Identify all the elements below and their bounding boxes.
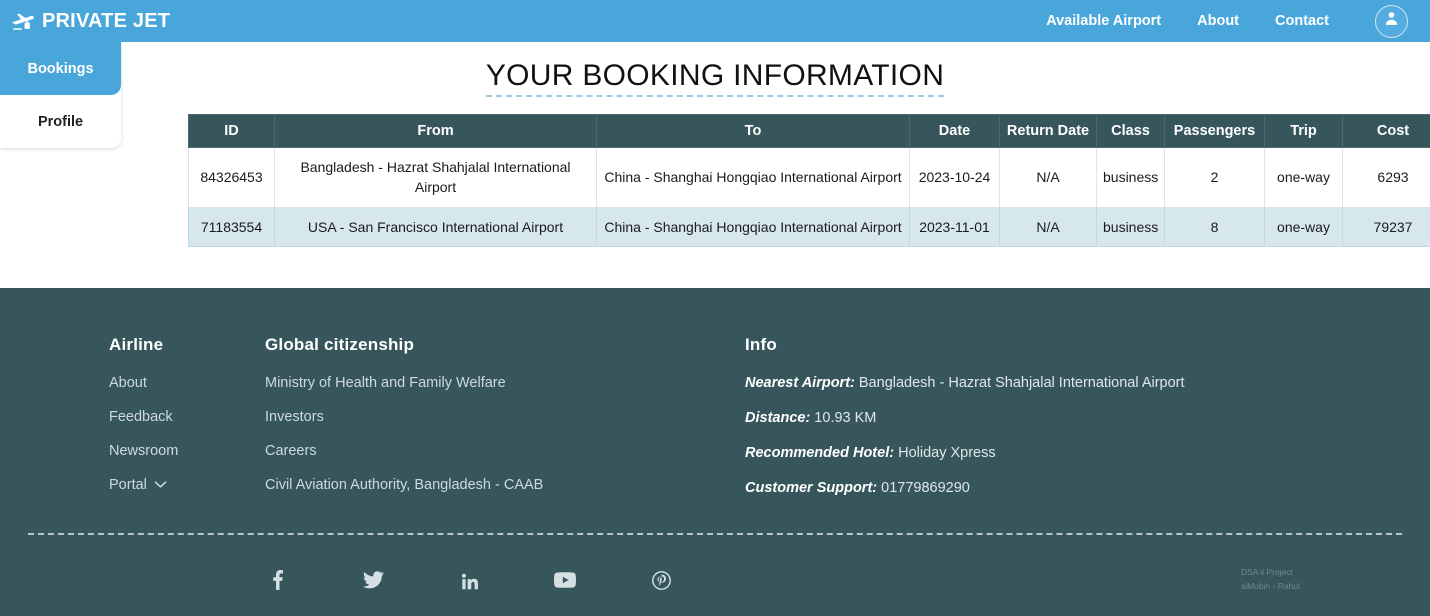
cell-class: business xyxy=(1096,206,1165,247)
cell-trip: one-way xyxy=(1264,206,1343,247)
info-nearest-airport-value: Bangladesh - Hazrat Shahjalal Internatio… xyxy=(854,375,1185,391)
user-avatar-button[interactable] xyxy=(1375,4,1408,38)
table-header-row: ID From To Date Return Date Class Passen… xyxy=(188,114,1430,148)
info-distance: Distance: 10.93 KM xyxy=(745,410,1402,426)
cell-date: 2023-10-24 xyxy=(909,147,1000,208)
cell-cost: 79237 xyxy=(1342,206,1430,247)
linkedin-icon[interactable] xyxy=(458,569,480,591)
main-content: Bookings Profile YOUR BOOKING INFORMATIO… xyxy=(0,42,1430,288)
info-customer-support-label: Customer Support: xyxy=(745,480,878,496)
info-recommended-hotel: Recommended Hotel: Holiday Xpress xyxy=(745,445,1402,461)
footer-link-careers[interactable]: Careers xyxy=(265,443,743,459)
footer-credits: DSA ii Project siMobin - Rahul xyxy=(1241,566,1430,593)
private-jet-plane-icon xyxy=(10,11,36,31)
top-navbar: PRIVATE JET Available Airport About Cont… xyxy=(0,0,1430,42)
pinterest-icon[interactable] xyxy=(650,569,672,591)
twitter-icon[interactable] xyxy=(362,569,384,591)
user-avatar-icon xyxy=(1383,10,1400,32)
info-customer-support-value: 01779869290 xyxy=(877,480,970,496)
info-customer-support: Customer Support: 01779869290 xyxy=(745,480,1402,496)
footer-link-investors[interactable]: Investors xyxy=(265,409,743,425)
nav-link-available-airport[interactable]: Available Airport xyxy=(1046,13,1161,29)
cell-return-date: N/A xyxy=(999,147,1097,208)
bookings-table: ID From To Date Return Date Class Passen… xyxy=(188,114,1430,247)
sidebar-item-bookings-label: Bookings xyxy=(27,60,94,77)
footer-bottom-bar: DSA ii Project siMobin - Rahul xyxy=(0,550,1430,610)
info-nearest-airport: Nearest Airport: Bangladesh - Hazrat Sha… xyxy=(745,375,1402,391)
cell-class: business xyxy=(1096,147,1165,208)
info-distance-value: 10.93 KM xyxy=(810,410,877,426)
table-body: 84326453 Bangladesh - Hazrat Shahjalal I… xyxy=(188,147,1430,247)
cell-to: China - Shanghai Hongqiao International … xyxy=(596,147,910,208)
cell-passengers: 2 xyxy=(1164,147,1265,208)
col-header-passengers[interactable]: Passengers xyxy=(1164,114,1265,148)
cell-from: USA - San Francisco International Airpor… xyxy=(274,206,597,247)
site-footer: Airline About Feedback Newsroom Portal G… xyxy=(0,288,1430,616)
footer-heading-airline: Airline xyxy=(109,335,164,354)
nav-link-about[interactable]: About xyxy=(1197,13,1239,29)
footer-link-portal-label: Portal xyxy=(109,477,147,493)
info-distance-label: Distance: xyxy=(745,410,811,426)
youtube-icon[interactable] xyxy=(554,569,576,591)
cell-cost: 6293 xyxy=(1342,147,1430,208)
info-nearest-airport-label: Nearest Airport: xyxy=(745,375,855,391)
footer-link-portal[interactable]: Portal xyxy=(109,477,265,493)
info-recommended-hotel-label: Recommended Hotel: xyxy=(745,445,895,461)
chevron-down-icon xyxy=(154,477,167,493)
col-header-from[interactable]: From xyxy=(274,114,597,148)
credits-line-1: DSA ii Project xyxy=(1240,567,1293,578)
cell-return-date: N/A xyxy=(999,206,1097,247)
brand-title: PRIVATE JET xyxy=(42,9,171,32)
nav-links: Available Airport About Contact xyxy=(1046,4,1430,38)
sidebar-item-bookings[interactable]: Bookings xyxy=(0,42,121,95)
page-title: YOUR BOOKING INFORMATION xyxy=(0,42,1430,97)
cell-trip: one-way xyxy=(1264,147,1343,208)
footer-link-caab[interactable]: Civil Aviation Authority, Bangladesh - C… xyxy=(265,477,743,493)
footer-link-ministry-health[interactable]: Ministry of Health and Family Welfare xyxy=(265,375,743,391)
cell-passengers: 8 xyxy=(1164,206,1265,247)
col-header-id[interactable]: ID xyxy=(188,114,275,148)
footer-column-info: Info Nearest Airport: Bangladesh - Hazra… xyxy=(743,335,1402,515)
brand-logo[interactable]: PRIVATE JET xyxy=(10,10,170,33)
col-header-date[interactable]: Date xyxy=(909,114,1000,148)
footer-link-newsroom[interactable]: Newsroom xyxy=(109,443,265,459)
cell-date: 2023-11-01 xyxy=(909,206,1000,247)
cell-from: Bangladesh - Hazrat Shahjalal Internatio… xyxy=(274,147,597,208)
footer-divider xyxy=(28,533,1402,535)
col-header-return-date[interactable]: Return Date xyxy=(999,114,1097,148)
cell-id: 84326453 xyxy=(188,147,275,208)
footer-column-airline: Airline About Feedback Newsroom Portal xyxy=(28,335,265,515)
sidebar-tabs: Bookings Profile xyxy=(0,42,121,148)
table-row[interactable]: 71183554 USA - San Francisco Internation… xyxy=(188,206,1430,247)
sidebar-item-profile-label: Profile xyxy=(37,113,84,130)
cell-id: 71183554 xyxy=(188,206,275,247)
facebook-icon[interactable] xyxy=(266,569,288,591)
col-header-cost[interactable]: Cost xyxy=(1342,114,1430,148)
col-header-class[interactable]: Class xyxy=(1096,114,1165,148)
cell-to: China - Shanghai Hongqiao International … xyxy=(596,206,910,247)
footer-columns: Airline About Feedback Newsroom Portal G… xyxy=(28,288,1402,515)
footer-heading-info: Info xyxy=(745,335,777,354)
col-header-to[interactable]: To xyxy=(596,114,910,148)
bookings-table-wrapper: ID From To Date Return Date Class Passen… xyxy=(188,114,1430,247)
table-row[interactable]: 84326453 Bangladesh - Hazrat Shahjalal I… xyxy=(188,147,1430,208)
col-header-trip[interactable]: Trip xyxy=(1264,114,1343,148)
footer-heading-global-citizenship: Global citizenship xyxy=(265,335,415,354)
footer-link-about[interactable]: About xyxy=(109,375,265,391)
credits-line-2: siMobin - Rahul xyxy=(1240,581,1300,591)
sidebar-item-profile[interactable]: Profile xyxy=(0,95,121,148)
footer-column-global-citizenship: Global citizenship Ministry of Health an… xyxy=(265,335,743,515)
table-head: ID From To Date Return Date Class Passen… xyxy=(188,114,1430,148)
nav-link-contact[interactable]: Contact xyxy=(1275,13,1329,29)
info-recommended-hotel-value: Holiday Xpress xyxy=(894,445,996,461)
footer-link-feedback[interactable]: Feedback xyxy=(109,409,265,425)
social-links xyxy=(0,569,672,591)
